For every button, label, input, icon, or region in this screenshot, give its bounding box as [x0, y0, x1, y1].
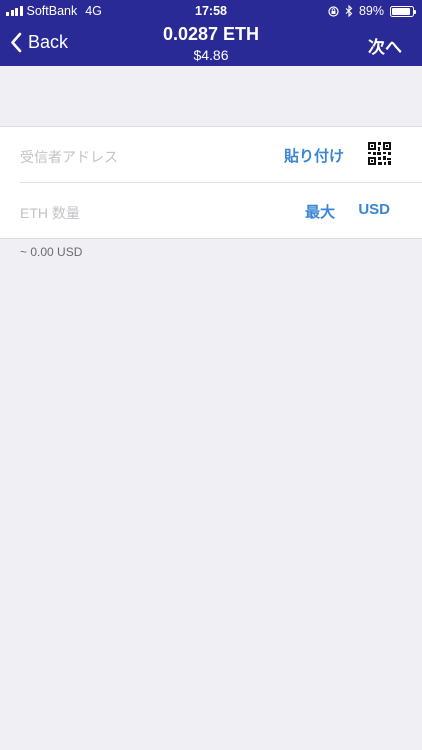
balance-title: 0.0287 ETH	[162, 24, 260, 44]
next-button[interactable]: 次へ	[368, 33, 402, 58]
paste-button[interactable]: 貼り付け	[284, 145, 344, 166]
battery-fill	[392, 7, 410, 15]
max-button[interactable]: 最大	[305, 201, 335, 222]
orientation-lock-icon	[328, 5, 339, 17]
recipient-address-input[interactable]: 受信者アドレス	[20, 147, 118, 167]
amount-row: ETH 数量 最大 USD	[20, 183, 422, 239]
battery-icon	[390, 5, 416, 17]
currency-toggle-button[interactable]: USD	[358, 201, 390, 218]
bluetooth-icon	[345, 5, 353, 17]
recipient-address-row: 受信者アドレス 貼り付け	[20, 127, 422, 183]
qr-code-icon[interactable]	[368, 142, 391, 165]
eth-amount-input[interactable]: ETH 数量	[20, 203, 80, 223]
status-right: 89%	[328, 4, 416, 18]
navigation-bar: SoftBank 4G 17:58 89% Back 0.0287 ETH $4…	[0, 0, 422, 66]
balance-fiat: $4.86	[193, 47, 229, 63]
fiat-conversion-text: ~ 0.00 USD	[20, 245, 83, 259]
send-form: 受信者アドレス 貼り付け ETH 数量 最大 USD	[0, 126, 422, 239]
battery-percentage: 89%	[358, 4, 384, 18]
status-bar: SoftBank 4G 17:58 89%	[0, 0, 422, 22]
